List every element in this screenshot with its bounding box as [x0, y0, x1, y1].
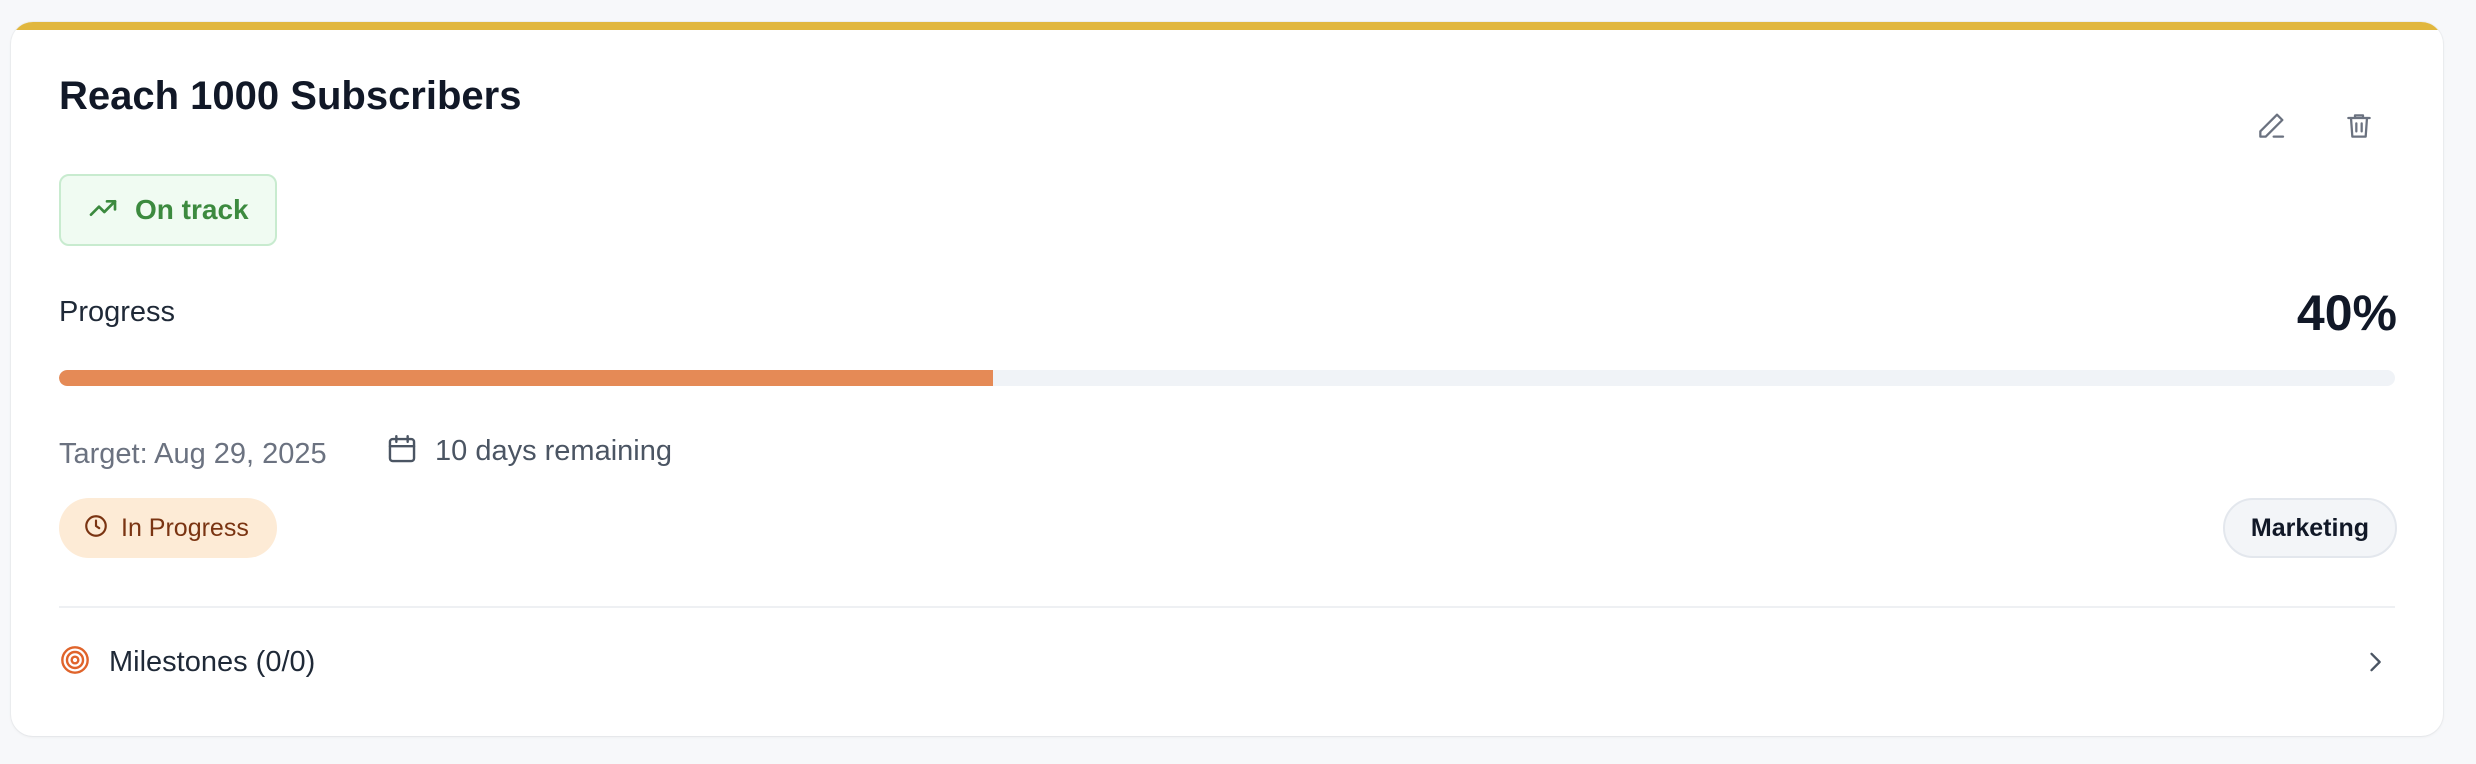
target-icon	[59, 644, 91, 681]
days-remaining-label: 10 days remaining	[435, 435, 672, 467]
milestones-label: Milestones (0/0)	[109, 645, 316, 678]
delete-button[interactable]	[2333, 100, 2385, 152]
health-label: On track	[135, 194, 249, 225]
trending-up-icon	[87, 192, 119, 229]
divider	[59, 606, 2395, 608]
category-tag: Marketing	[2222, 498, 2397, 558]
health-badge: On track	[59, 174, 277, 246]
status-label: In Progress	[121, 513, 249, 542]
goal-accent-bar	[11, 22, 2443, 30]
goal-title: Reach 1000 Subscribers	[59, 74, 522, 118]
chevron-right-icon	[2361, 648, 2389, 676]
days-remaining: 10 days remaining	[385, 432, 672, 471]
trash-icon	[2343, 110, 2375, 142]
goal-card: Reach 1000 Subscribers On track Progress…	[11, 22, 2443, 736]
progress-fill	[59, 370, 994, 386]
progress-value: 40%	[2296, 285, 2397, 341]
pencil-icon	[2255, 110, 2287, 142]
progress-label: Progress	[59, 296, 176, 328]
progress-bar	[59, 370, 2395, 386]
calendar-icon	[385, 432, 419, 471]
target-date: Target: Aug 29, 2025	[59, 438, 327, 470]
milestones-toggle[interactable]: Milestones (0/0)	[59, 626, 2395, 698]
category-label: Marketing	[2250, 513, 2369, 542]
edit-button[interactable]	[2245, 100, 2297, 152]
clock-icon	[83, 513, 109, 544]
status-badge: In Progress	[59, 498, 277, 558]
